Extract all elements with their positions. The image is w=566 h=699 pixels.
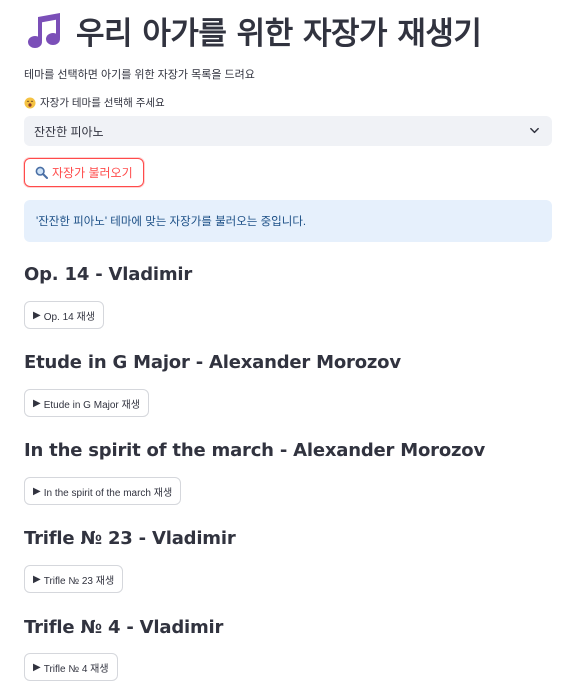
music-notes-icon bbox=[26, 10, 66, 51]
track-title: Trifle № 4 - Vladimir bbox=[24, 617, 224, 638]
play-triangle-icon: ▶ bbox=[33, 661, 41, 673]
load-lullabies-label: 자장가 불러오기 bbox=[52, 166, 133, 180]
track-title: In the spirit of the march - Alexander M… bbox=[24, 440, 485, 461]
play-triangle-icon: ▶ bbox=[33, 309, 41, 321]
yawning-face-icon bbox=[24, 97, 36, 108]
play-triangle-icon: ▶ bbox=[33, 573, 41, 585]
play-button-label: Etude in G Major 재생 bbox=[43, 399, 140, 411]
play-button[interactable]: ▶ Etude in G Major 재생 bbox=[24, 389, 149, 417]
play-button[interactable]: ▶ Trifle № 23 재생 bbox=[24, 565, 124, 593]
play-button[interactable]: ▶ Op. 14 재생 bbox=[24, 301, 104, 329]
theme-select[interactable]: 잔잔한 피아노 bbox=[24, 116, 552, 146]
magnifier-icon bbox=[35, 166, 48, 179]
page-title: 우리 아가를 위한 자장가 재생기 bbox=[76, 16, 482, 52]
play-button-label: Trifle № 4 재생 bbox=[43, 663, 109, 675]
track-title: Op. 14 - Vladimir bbox=[24, 264, 193, 285]
theme-select-value: 잔잔한 피아노 bbox=[34, 124, 104, 139]
play-triangle-icon: ▶ bbox=[33, 485, 41, 497]
info-message: '잔잔한 피아노' 테마에 맞는 자장가를 불러오는 중입니다. bbox=[36, 216, 307, 228]
info-alert: '잔잔한 피아노' 테마에 맞는 자장가를 불러오는 중입니다. bbox=[24, 200, 552, 242]
play-button-label: In the spirit of the march 재생 bbox=[43, 487, 173, 499]
play-triangle-icon: ▶ bbox=[33, 397, 41, 409]
load-lullabies-button[interactable]: 자장가 불러오기 bbox=[24, 158, 144, 187]
play-button[interactable]: ▶ In the spirit of the march 재생 bbox=[24, 477, 182, 505]
track-title: Trifle № 23 - Vladimir bbox=[24, 528, 236, 549]
page-header: 우리 아가를 위한 자장가 재생기 bbox=[24, 8, 482, 53]
theme-select-label: 자장가 테마를 선택해 주세요 bbox=[24, 95, 165, 110]
play-button[interactable]: ▶ Trifle № 4 재생 bbox=[24, 653, 118, 681]
play-button-label: Trifle № 23 재생 bbox=[43, 575, 115, 587]
chevron-down-icon bbox=[530, 127, 539, 134]
play-button-label: Op. 14 재생 bbox=[43, 311, 95, 323]
page-subtitle: 테마를 선택하면 아기를 위한 자장가 목록을 드려요 bbox=[24, 69, 255, 81]
track-title: Etude in G Major - Alexander Morozov bbox=[24, 352, 401, 373]
theme-select-label-text: 자장가 테마를 선택해 주세요 bbox=[40, 97, 165, 109]
